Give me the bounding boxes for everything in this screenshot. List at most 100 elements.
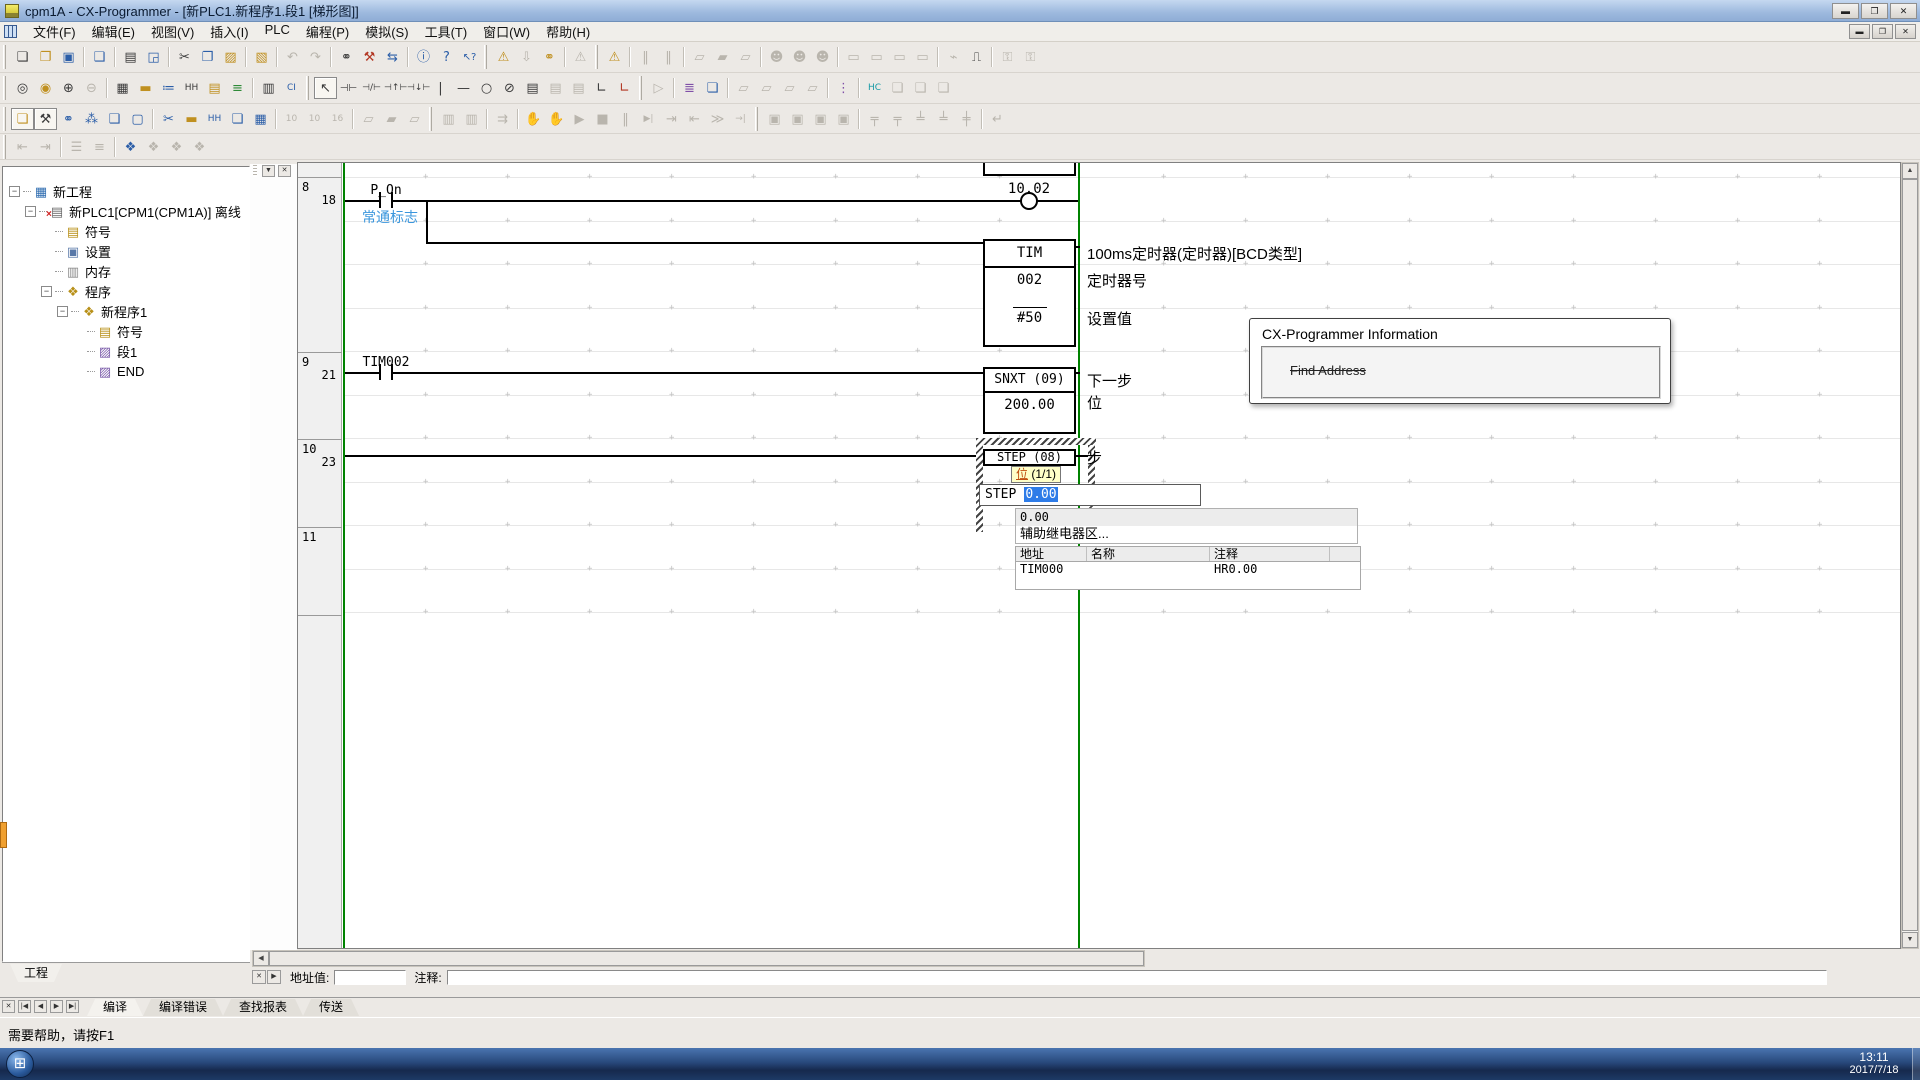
transfer-to-plc-button[interactable]: ⇩ (515, 46, 538, 68)
snxt-block[interactable]: SNXT (09) 200.00 (983, 367, 1076, 434)
suggestion-item-value[interactable]: 0.00 (1016, 509, 1357, 526)
symbol-bar-button[interactable]: ▬ (134, 77, 157, 99)
differential-trace-button[interactable]: ⌁ (942, 46, 965, 68)
pause-mode-button[interactable]: ‖ (614, 108, 637, 130)
menu-item-1[interactable]: 文件(F) (25, 20, 84, 43)
vertical-scroll-thumb[interactable] (1902, 179, 1918, 931)
io-comment-button[interactable]: ≣ (678, 77, 701, 99)
program-check-button[interactable]: ▷ (647, 77, 670, 99)
scroll-left-button[interactable]: ◀ (253, 951, 269, 966)
menu-item-4[interactable]: 插入(I) (202, 20, 256, 43)
scroll-up-button[interactable]: ▲ (1902, 163, 1918, 179)
symbol-display-button[interactable]: ▬ (180, 108, 203, 130)
output-tab-3[interactable]: 查找报表 (223, 999, 303, 1016)
step-out-button[interactable]: ⇤ (683, 108, 706, 130)
toolbar-grip[interactable] (3, 135, 6, 159)
output-tab-1[interactable]: 编译 (87, 999, 143, 1016)
tree-item-[interactable]: −▦新工程 (3, 181, 249, 201)
operand-edit-box[interactable]: STEP0.00 (979, 484, 1201, 506)
menu-item-10[interactable]: 帮助(H) (538, 20, 598, 43)
dec-10b-button[interactable]: 10 (303, 108, 326, 130)
tree-expander[interactable]: − (25, 206, 36, 217)
copy-button[interactable]: ❐ (196, 46, 219, 68)
win-gray2-button[interactable]: ❏ (909, 77, 932, 99)
transfer-program-button[interactable]: ⚠ (569, 46, 592, 68)
dock-close-button[interactable]: ✕ (278, 165, 291, 177)
address-list-button[interactable]: ≔ (157, 77, 180, 99)
zoom-select-button[interactable]: ◉ (34, 77, 57, 99)
operand-suggestion-list[interactable]: 0.00 辅助继电器区... (1015, 508, 1358, 544)
time-chart-button[interactable]: ⎍ (965, 46, 988, 68)
toolbar-grip[interactable] (595, 45, 598, 69)
plc-verify-button[interactable]: ⚠ (603, 46, 626, 68)
menu-item-7[interactable]: 模拟(S) (357, 20, 416, 43)
mnemonic-view-button[interactable]: ≡ (226, 77, 249, 99)
about-button[interactable]: ⓘ (412, 46, 435, 68)
menu-item-2[interactable]: 编辑(E) (84, 20, 143, 43)
monitor-run-button[interactable]: ▱ (403, 108, 426, 130)
redo-button[interactable]: ↷ (304, 46, 327, 68)
indent-right-button[interactable]: ⇥ (34, 136, 57, 158)
watch-window-button[interactable]: ⚭ (57, 108, 80, 130)
toolbar-grip[interactable] (639, 76, 642, 100)
work-online-button[interactable]: ▥ (437, 108, 460, 130)
protect2-button[interactable]: ⚿ (1019, 46, 1042, 68)
dock-menu-button[interactable]: ▼ (262, 165, 275, 177)
contact-pon-label[interactable]: P_On (356, 183, 416, 198)
toolbar-grip[interactable] (484, 45, 487, 69)
tree-expander[interactable]: − (9, 186, 20, 197)
print-preview-button[interactable]: ◲ (142, 46, 165, 68)
ci-window-button[interactable]: CI (280, 77, 303, 99)
minimize-button[interactable]: ▬ (1832, 3, 1859, 19)
menu-item-5[interactable]: PLC (257, 20, 298, 43)
program-doc3-button[interactable]: ▱ (734, 46, 757, 68)
toolbar-grip[interactable] (429, 107, 432, 131)
instruction-gray1-button[interactable]: ▤ (544, 77, 567, 99)
go-previous-error-button[interactable]: ❖ (165, 136, 188, 158)
tree-expander[interactable]: − (57, 306, 68, 317)
mdi-close-button[interactable]: ✕ (1895, 24, 1916, 39)
tree-item-[interactable]: ▣设置 (3, 241, 249, 261)
docked-window-indicator[interactable] (0, 822, 7, 848)
scroll-down-button[interactable]: ▼ (1902, 932, 1918, 948)
stop-mode-button[interactable]: ■ (591, 108, 614, 130)
list-bottom-button[interactable]: ≡ (88, 136, 111, 158)
contact-open-button[interactable]: ⊣⊢ (337, 77, 360, 99)
protect1-button[interactable]: ⚿ (996, 46, 1019, 68)
tree-item-1[interactable]: ▨段1 (3, 341, 249, 361)
replace-all-button[interactable]: ⇆ (381, 46, 404, 68)
coil-address-label[interactable]: 10.02 (998, 181, 1060, 197)
plc-monitor2-button[interactable]: ▭ (865, 46, 888, 68)
tree-expander[interactable]: − (41, 286, 52, 297)
note4-button[interactable]: ▱ (801, 77, 824, 99)
tab-scroll-right[interactable]: ▶ (50, 1000, 63, 1013)
symbol-table-button[interactable]: ▥ (257, 77, 280, 99)
close-button[interactable]: ✕ (1890, 3, 1917, 19)
online-users2-button[interactable]: ☻ (788, 46, 811, 68)
mdi-minimize-button[interactable]: ▬ (1849, 24, 1870, 39)
doc-window-button[interactable]: ❏ (226, 108, 249, 130)
output-tab-2[interactable]: 编译错误 (143, 999, 223, 1016)
addressbar-close-button[interactable]: ✕ (252, 970, 266, 984)
program-doc1-button[interactable]: ▱ (688, 46, 711, 68)
online-users3-button[interactable]: ☻ (811, 46, 834, 68)
rung-comment-button[interactable]: ❏ (701, 77, 724, 99)
tree-item-[interactable]: ▤符号 (3, 221, 249, 241)
to-end-button[interactable]: →| (729, 108, 752, 130)
tree-item-end[interactable]: ▨END (3, 361, 249, 381)
monitor-down-button[interactable]: ▰ (380, 108, 403, 130)
show-desktop-button[interactable] (1912, 1048, 1920, 1080)
menu-item-8[interactable]: 工具(T) (417, 20, 476, 43)
output-close-button[interactable]: ✕ (2, 1000, 15, 1013)
note1-button[interactable]: ▱ (732, 77, 755, 99)
io-window-button[interactable]: ❑ (103, 108, 126, 130)
instruction-gray2-button[interactable]: ▤ (567, 77, 590, 99)
start-button[interactable]: ⊞ (6, 1050, 34, 1078)
online-users1-button[interactable]: ☻ (765, 46, 788, 68)
tree-item-[interactable]: −❖程序 (3, 281, 249, 301)
contact-down-button[interactable]: ⊣↓⊢ (406, 77, 429, 99)
hex-16-button[interactable]: 16 (326, 108, 349, 130)
diff-monitor1-button[interactable]: ╤ (863, 108, 886, 130)
dec-10a-button[interactable]: 10 (280, 108, 303, 130)
return-jump-button[interactable]: ↵ (986, 108, 1009, 130)
